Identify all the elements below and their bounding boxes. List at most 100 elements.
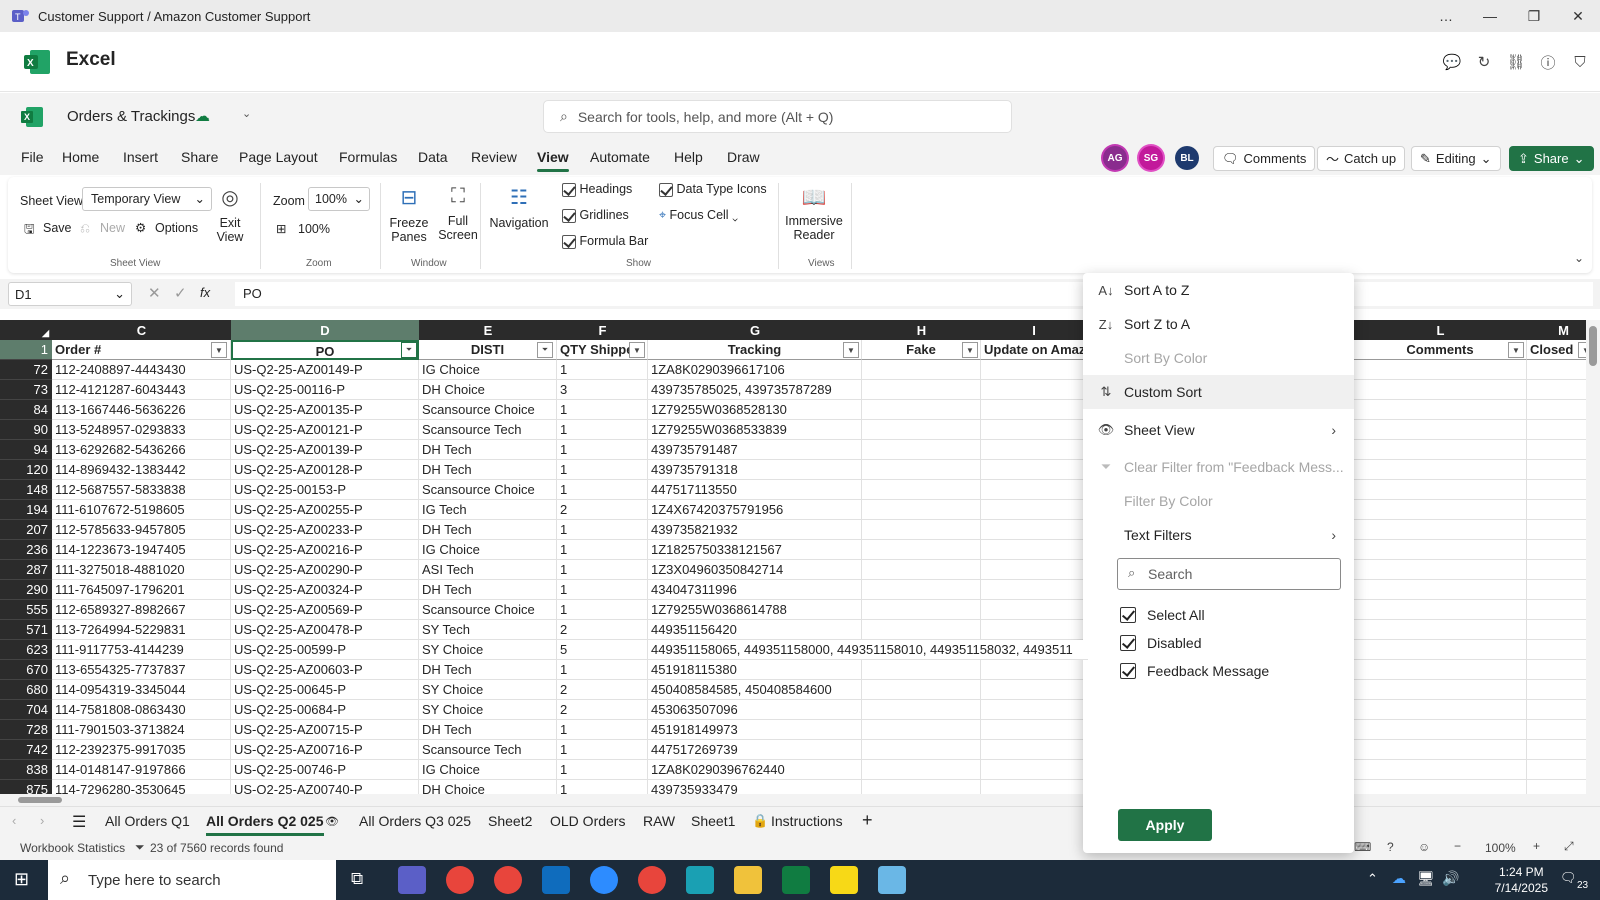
sheet-view-submenu[interactable]: 👁 Sheet View › (1083, 413, 1354, 447)
cell-empty[interactable] (981, 780, 1087, 794)
cell-tracking[interactable]: 451918115380 (648, 660, 862, 680)
menu-review[interactable]: Review (471, 149, 517, 165)
cell-empty[interactable] (862, 760, 981, 780)
column-header-c[interactable]: C (52, 320, 231, 340)
avatar[interactable]: SG (1139, 146, 1163, 170)
cell-order[interactable]: 111-6107672-5198605 (52, 500, 231, 520)
menu-automate[interactable]: Automate (590, 149, 650, 165)
outlook-icon[interactable] (542, 866, 570, 894)
cell-empty[interactable] (981, 740, 1087, 760)
editing-button[interactable]: ✎ Editing ⌄ (1411, 146, 1501, 171)
onedrive-icon[interactable]: ☁ (1392, 870, 1406, 887)
cell-tracking[interactable]: 434047311996 (648, 580, 862, 600)
cell-order[interactable]: 112-4121287-6043443 (52, 380, 231, 400)
cell-empty[interactable] (862, 740, 981, 760)
cell-disti[interactable]: ASI Tech (419, 560, 557, 580)
cell-empty[interactable] (1354, 560, 1527, 580)
catch-up-button[interactable]: 〜 Catch up (1317, 146, 1406, 171)
cell-order[interactable]: 114-1223673-1947405 (52, 540, 231, 560)
more-options-button[interactable]: … (1424, 0, 1468, 32)
collapse-ribbon-icon[interactable]: ⌄ (1574, 251, 1584, 265)
task-view-icon[interactable]: ⧉ (351, 869, 363, 889)
sheet-tab[interactable]: RAW (643, 813, 675, 829)
cell-empty[interactable] (981, 480, 1087, 500)
chat-icon[interactable]: 💬 (1442, 52, 1462, 72)
cell-empty[interactable] (1354, 620, 1527, 640)
zoom-100-button[interactable]: 100% (298, 222, 330, 236)
spreadsheet-grid[interactable]: ◢ C D E F G H I L M 1 Order # PO DISTI Q… (0, 320, 1600, 794)
cell-order[interactable]: 114-0954319-3345044 (52, 680, 231, 700)
cell-po[interactable]: US-Q2-25-AZ00149-P (231, 360, 419, 380)
cell-qty[interactable]: 2 (557, 500, 648, 520)
cell-empty[interactable] (1354, 780, 1527, 794)
app-icon[interactable] (686, 866, 714, 894)
vertical-scrollbar[interactable] (1586, 320, 1600, 794)
cell-empty[interactable] (981, 620, 1087, 640)
cell-po[interactable]: US-Q2-25-00645-P (231, 680, 419, 700)
cell-qty[interactable]: 5 (557, 640, 648, 660)
cell-empty[interactable] (981, 420, 1087, 440)
fit-icon[interactable]: ⤢ (1564, 839, 1574, 854)
cell-disti[interactable]: SY Tech (419, 620, 557, 640)
cell-qty[interactable]: 1 (557, 560, 648, 580)
add-sheet-icon[interactable]: + (862, 810, 873, 831)
zoom-app-icon[interactable] (590, 866, 618, 894)
formula-input[interactable]: PO (235, 282, 1593, 306)
cancel-icon[interactable]: ✕ (148, 284, 161, 302)
filter-dropdown-icon[interactable]: ▼ (629, 342, 645, 358)
menu-home[interactable]: Home (62, 149, 99, 165)
cell-qty[interactable]: 1 (557, 740, 648, 760)
feedback-message-checkbox[interactable] (1120, 663, 1136, 679)
cell-qty[interactable]: 1 (557, 400, 648, 420)
workbook-statistics[interactable]: Workbook Statistics (20, 841, 125, 855)
row-header[interactable]: 571 (0, 620, 52, 640)
cell-disti[interactable]: IG Choice (419, 360, 557, 380)
sheet-view-select[interactable]: Temporary View ⌄ (82, 187, 212, 211)
header-po[interactable]: PO (231, 340, 419, 360)
teams-taskbar-icon[interactable] (398, 866, 426, 894)
cell-qty[interactable]: 1 (557, 440, 648, 460)
menu-data[interactable]: Data (418, 149, 448, 165)
cell-tracking[interactable]: 439735785025, 439735787289 (648, 380, 862, 400)
row-header[interactable]: 704 (0, 700, 52, 720)
row-header[interactable]: 73 (0, 380, 52, 400)
cell-empty[interactable] (1354, 660, 1527, 680)
comments-button[interactable]: 🗨 Comments (1213, 146, 1316, 171)
cell-empty[interactable] (1354, 520, 1527, 540)
row-header[interactable]: 90 (0, 420, 52, 440)
cell-tracking[interactable]: 449351156420 (648, 620, 862, 640)
cell-order[interactable]: 112-2408897-4443430 (52, 360, 231, 380)
cell-order[interactable]: 112-6589327-8982667 (52, 600, 231, 620)
chrome-icon[interactable] (446, 866, 474, 894)
cell-po[interactable]: US-Q2-25-AZ00603-P (231, 660, 419, 680)
cell-empty[interactable] (981, 660, 1087, 680)
row-header[interactable]: 555 (0, 600, 52, 620)
row-header[interactable]: 287 (0, 560, 52, 580)
column-header-e[interactable]: E (419, 320, 557, 340)
cell-qty[interactable]: 2 (557, 700, 648, 720)
cell-disti[interactable]: SY Choice (419, 640, 557, 660)
cell-empty[interactable] (862, 520, 981, 540)
notification-icon[interactable]: 🗨 (1560, 870, 1577, 886)
cell-empty[interactable] (981, 440, 1087, 460)
cell-empty[interactable] (1354, 700, 1527, 720)
custom-sort[interactable]: ⇅ Custom Sort (1083, 375, 1354, 409)
cell-po[interactable]: US-Q2-25-00153-P (231, 480, 419, 500)
zoom-select[interactable]: 100% ⌄ (308, 187, 370, 211)
cell-empty[interactable] (862, 500, 981, 520)
menu-draw[interactable]: Draw (727, 149, 760, 165)
cell-order[interactable]: 111-9117753-4144239 (52, 640, 231, 660)
zoom-out-icon[interactable]: − (1454, 839, 1461, 853)
row-header[interactable]: 72 (0, 360, 52, 380)
filter-dropdown-icon[interactable]: ▼ (1508, 342, 1524, 358)
cell-qty[interactable]: 1 (557, 660, 648, 680)
cell-disti[interactable]: DH Tech (419, 580, 557, 600)
menu-formulas[interactable]: Formulas (339, 149, 397, 165)
row-header[interactable]: 290 (0, 580, 52, 600)
cell-disti[interactable]: DH Tech (419, 520, 557, 540)
cell-order[interactable]: 114-0148147-9197866 (52, 760, 231, 780)
cell-po[interactable]: US-Q2-25-AZ00139-P (231, 440, 419, 460)
cell-tracking[interactable]: 1ZA8K0290396762440 (648, 760, 862, 780)
cell-tracking[interactable]: 439735791318 (648, 460, 862, 480)
cell-empty[interactable] (1354, 720, 1527, 740)
